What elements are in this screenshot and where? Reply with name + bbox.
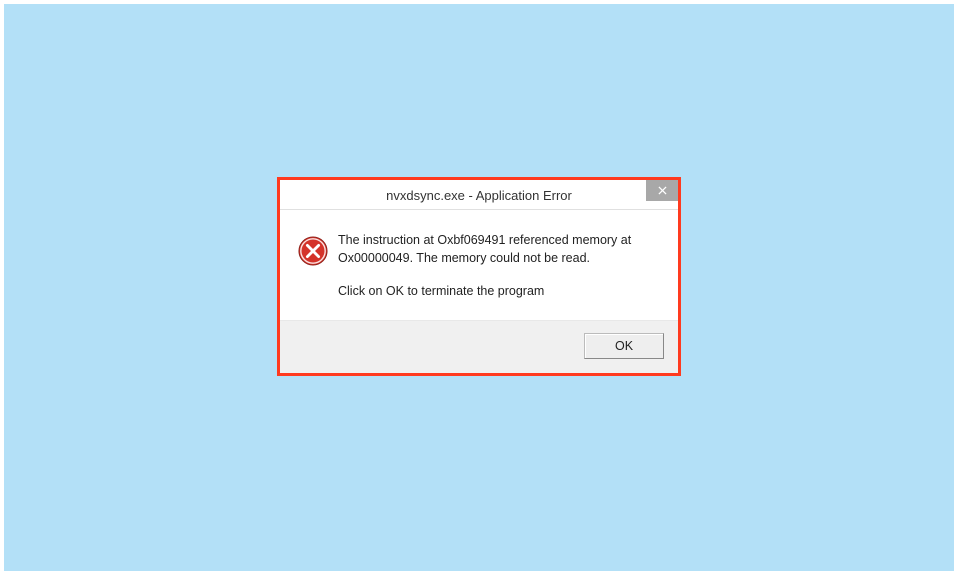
close-icon <box>658 186 667 195</box>
error-icon <box>298 236 328 266</box>
message-line-2: Click on OK to terminate the program <box>338 283 660 301</box>
dialog-content: The instruction at Oxbf069491 referenced… <box>280 210 678 320</box>
dialog-highlight-border: nvxdsync.exe - Application Error <box>277 177 681 376</box>
dialog-titlebar: nvxdsync.exe - Application Error <box>280 180 678 210</box>
message-line-1: The instruction at Oxbf069491 referenced… <box>338 232 660 267</box>
dialog-button-row: OK <box>280 320 678 373</box>
dialog-title: nvxdsync.exe - Application Error <box>280 187 678 203</box>
dialog-message: The instruction at Oxbf069491 referenced… <box>338 232 660 301</box>
error-dialog: nvxdsync.exe - Application Error <box>280 180 678 373</box>
close-button[interactable] <box>646 180 678 201</box>
ok-button[interactable]: OK <box>584 333 664 359</box>
desktop-background: nvxdsync.exe - Application Error <box>4 4 954 571</box>
